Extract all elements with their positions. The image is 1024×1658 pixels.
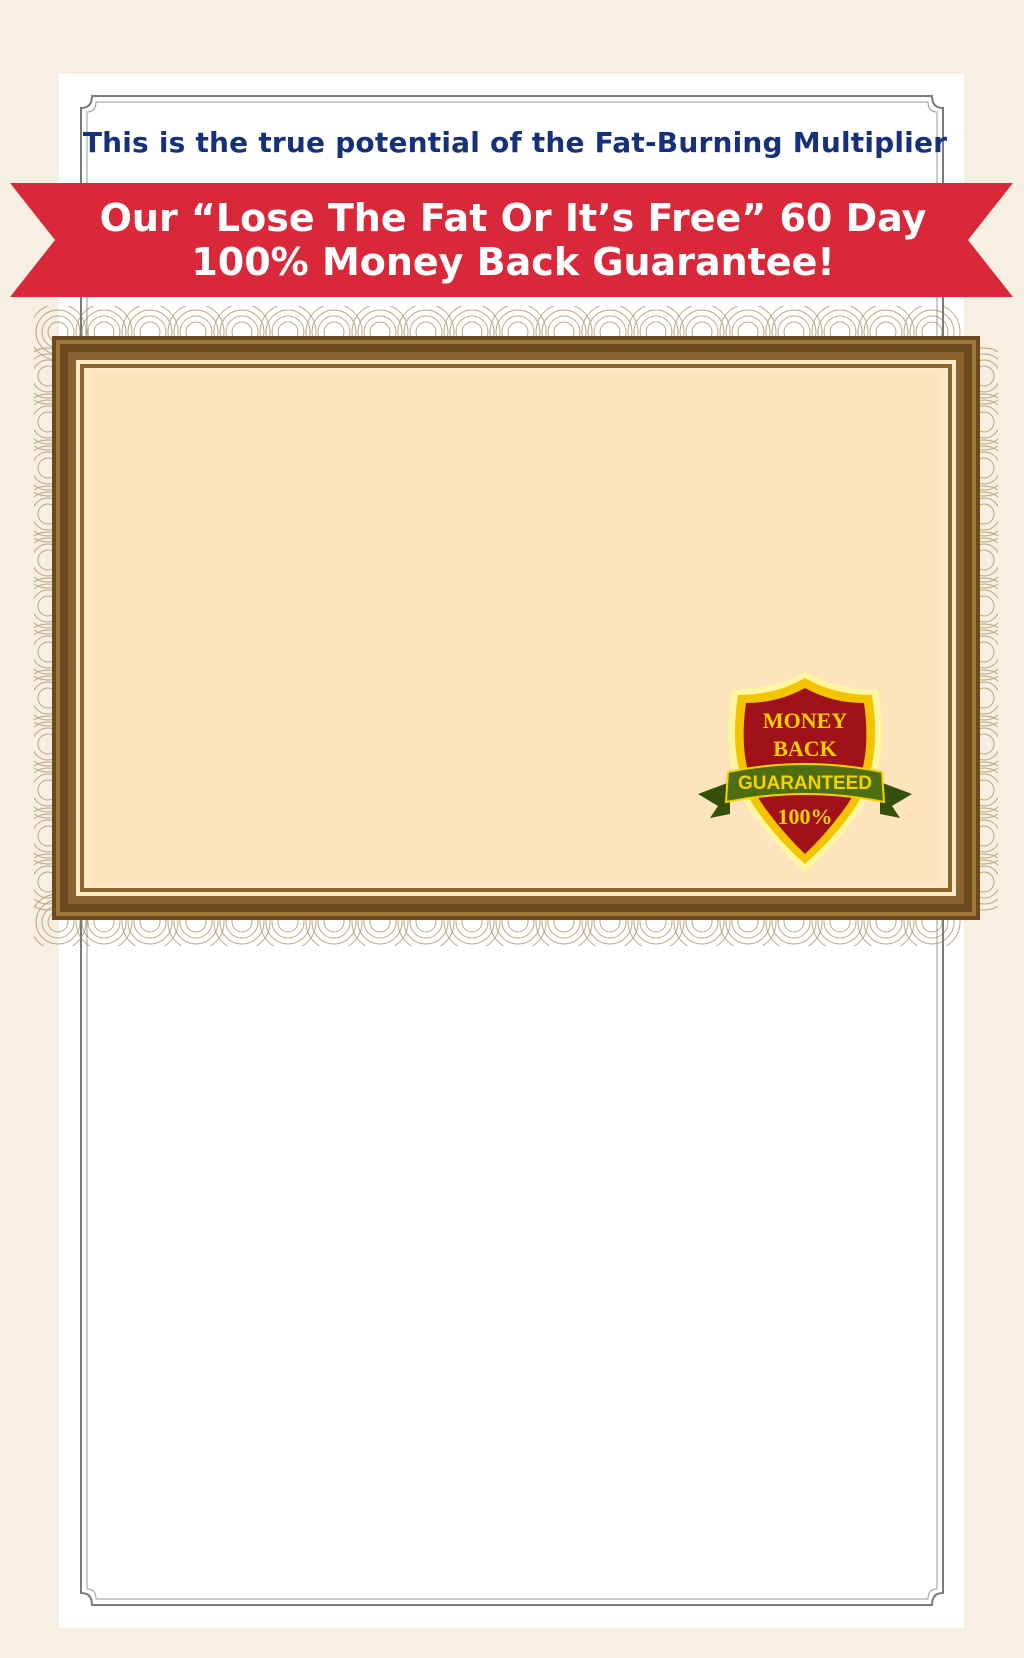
badge-ribbon-text: GUARANTEED — [738, 773, 872, 794]
banner-headline: Our “Lose The Fat Or It’s Free” 60 Day 1… — [60, 196, 966, 284]
badge-percent: 100% — [778, 804, 833, 829]
page-subtitle: This is the true potential of the Fat-Bu… — [82, 126, 948, 159]
banner-line-2: 100% Money Back Guarantee! — [191, 240, 835, 284]
money-back-badge: MONEY BACK GUARANTEED 100% — [698, 672, 912, 872]
badge-line-1: MONEY — [763, 708, 847, 733]
banner-line-1: Our “Lose The Fat Or It’s Free” 60 Day — [99, 196, 927, 240]
badge-line-2: BACK — [773, 736, 837, 761]
